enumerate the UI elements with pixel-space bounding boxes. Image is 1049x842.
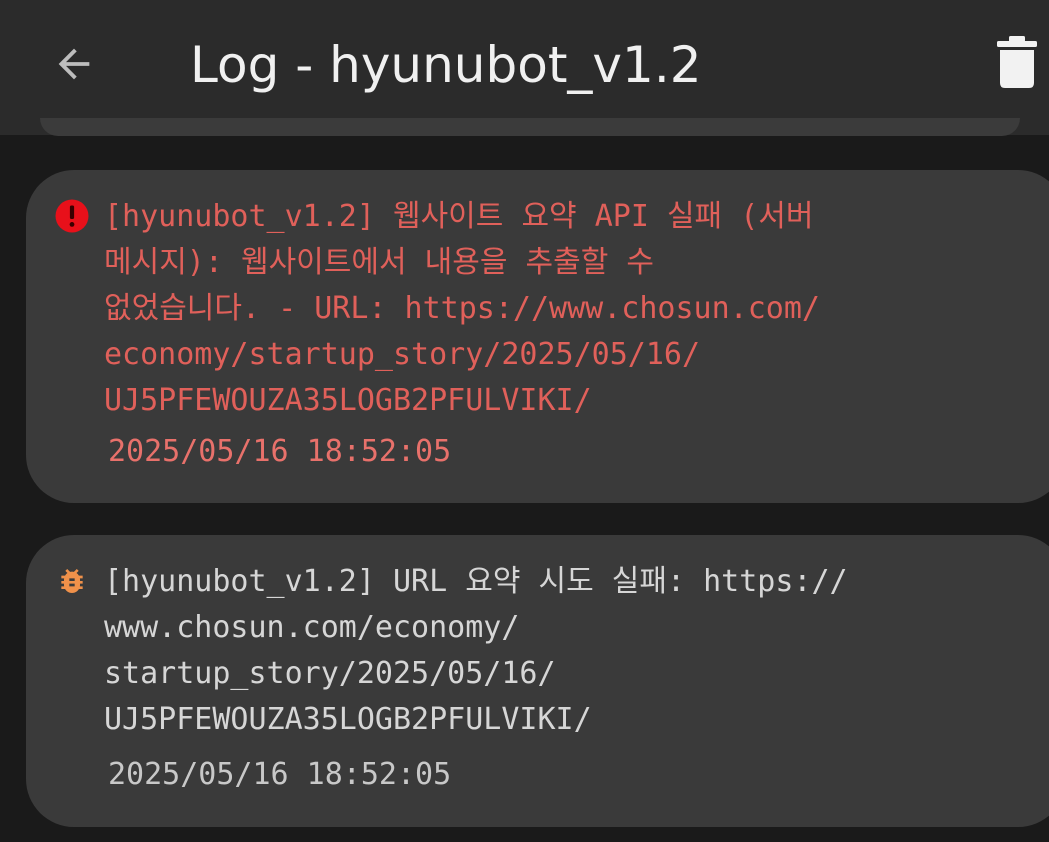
back-button[interactable]: [44, 34, 104, 94]
log-list[interactable]: [hyunubot_v1.2] 웹사이트 요약 API 실패 (서버 메시지):…: [0, 135, 1049, 842]
bug-icon: [54, 563, 90, 599]
log-timestamp: 2025/05/16 18:52:05: [108, 757, 452, 792]
app-bar: Log - hyunubot_v1.2: [0, 0, 1049, 135]
log-entry-debug[interactable]: [hyunubot_v1.2] URL 요약 시도 실패: https:// w…: [26, 535, 1049, 827]
delete-button[interactable]: [990, 32, 1044, 92]
log-message: [hyunubot_v1.2] URL 요약 시도 실패: https:// w…: [104, 564, 848, 737]
log-timestamp: 2025/05/16 18:52:05: [108, 434, 452, 469]
trash-icon: [997, 36, 1037, 88]
arrow-left-icon: [58, 48, 90, 80]
previous-log-card-edge: [40, 118, 1020, 136]
error-circle-icon: [54, 198, 90, 234]
log-message: [hyunubot_v1.2] 웹사이트 요약 API 실패 (서버 메시지):…: [104, 199, 820, 418]
page-title: Log - hyunubot_v1.2: [190, 36, 702, 94]
log-entry-error[interactable]: [hyunubot_v1.2] 웹사이트 요약 API 실패 (서버 메시지):…: [26, 170, 1049, 503]
